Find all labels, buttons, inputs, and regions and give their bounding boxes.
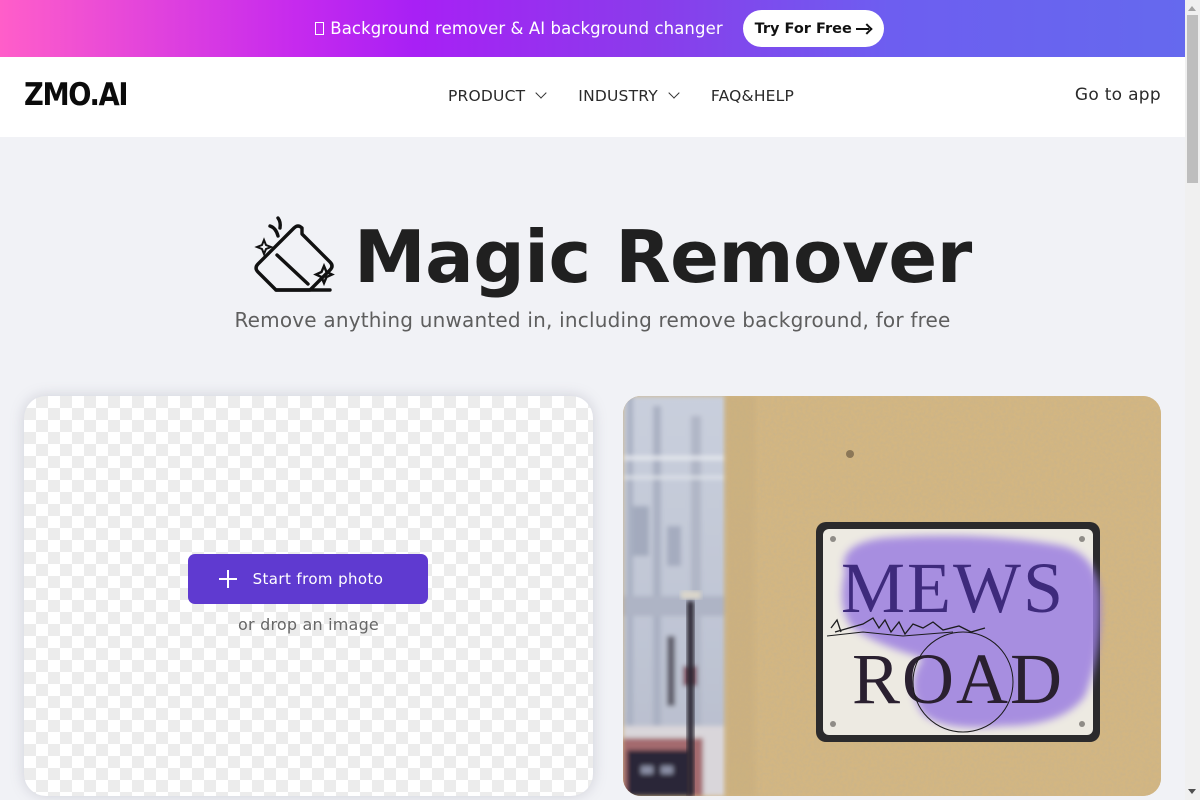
- try-for-free-button[interactable]: Try For Free: [742, 10, 884, 47]
- promo-banner: Background remover & AI background chang…: [0, 0, 1185, 57]
- demo-image: MEWS ROAD: [623, 396, 1161, 796]
- eraser-icon: [254, 216, 335, 292]
- nav-item-label: INDUSTRY: [578, 87, 658, 105]
- page-scrollbar[interactable]: [1185, 0, 1200, 800]
- try-for-free-label: Try For Free: [754, 20, 852, 37]
- go-to-app-link[interactable]: Go to app: [1075, 85, 1161, 105]
- page-title: Magic Remover: [354, 215, 972, 299]
- promo-text-wrap: Background remover & AI background chang…: [315, 19, 723, 38]
- chevron-down-icon: [668, 87, 680, 99]
- hero-heading: Magic Remover: [250, 212, 972, 302]
- nav-item-faq-help[interactable]: FAQ&HELP: [711, 87, 794, 105]
- background-street: [623, 396, 725, 796]
- demo-illustration: MEWS ROAD: [623, 396, 1161, 796]
- nav-item-label: FAQ&HELP: [710, 87, 795, 105]
- main-nav: PRODUCT INDUSTRY FAQ&HELP: [448, 87, 794, 105]
- drop-hint: or drop an image: [238, 615, 379, 634]
- upload-dropzone[interactable]: Start from photo or drop an image: [24, 396, 593, 796]
- start-from-photo-button[interactable]: Start from photo: [188, 554, 428, 604]
- promo-emoji-icon: [315, 22, 325, 35]
- scrollbar-thumb[interactable]: [1187, 15, 1198, 183]
- scroll-down-arrow-icon[interactable]: [1188, 789, 1196, 794]
- logo[interactable]: ZMO.AI: [24, 77, 129, 113]
- nav-item-label: PRODUCT: [448, 87, 526, 105]
- arrow-right-icon: [855, 24, 872, 34]
- chevron-down-icon: [535, 87, 547, 99]
- nav-item-product[interactable]: PRODUCT: [448, 87, 547, 105]
- page-subtitle: Remove anything unwanted in, including r…: [234, 308, 951, 332]
- nav-item-industry[interactable]: INDUSTRY: [578, 87, 680, 105]
- sign-line-1: MEWS: [841, 548, 1065, 628]
- sign-line-2: ROAD: [852, 639, 1064, 719]
- start-from-photo-label: Start from photo: [252, 570, 384, 588]
- plus-icon: [218, 570, 237, 588]
- scroll-up-arrow-icon[interactable]: [1188, 6, 1196, 11]
- site-header: ZMO.AI PRODUCT INDUSTRY FAQ&HELP Go to a…: [0, 57, 1185, 137]
- promo-text: Background remover & AI background chang…: [330, 19, 723, 38]
